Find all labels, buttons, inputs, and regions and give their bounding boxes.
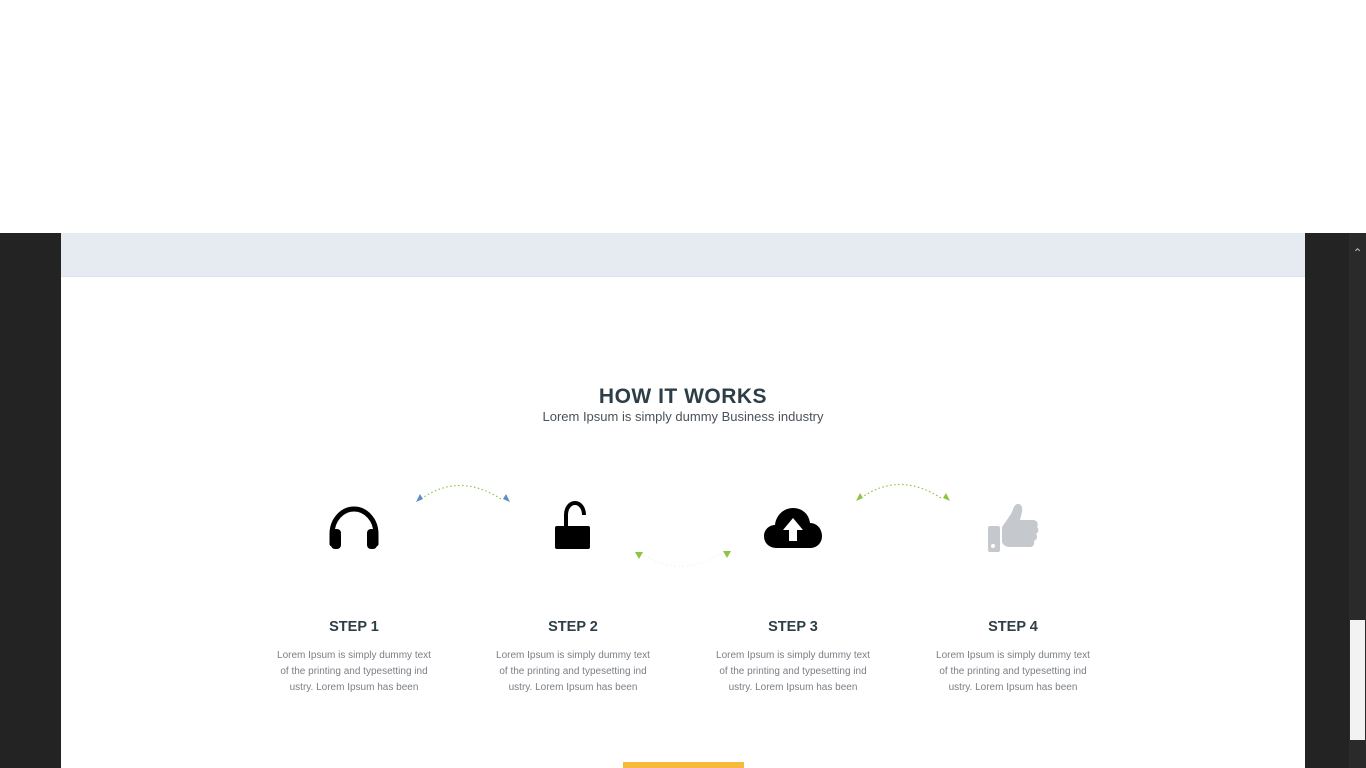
connector-arrow-1-2 [416,484,510,502]
cloud-upload-icon [764,508,822,548]
header-band [61,233,1305,277]
unlock-icon [555,500,590,549]
thumbs-up-icon [988,503,1039,552]
step-title: STEP 2 [548,619,598,635]
scrollbar-thumb[interactable] [1350,620,1365,740]
connector-arrow-3-4 [856,483,950,501]
scrollbar[interactable]: ⌃ [1349,233,1366,768]
step-title: STEP 3 [768,619,818,635]
step-description: Lorem Ipsum is simply dummy text of the … [936,650,1090,693]
connector-arrow-2-3 [635,551,731,568]
page-content: HOW IT WORKS Lorem Ipsum is simply dummy… [61,233,1305,768]
step-description: Lorem Ipsum is simply dummy text of the … [716,650,870,693]
step-description: Lorem Ipsum is simply dummy text of the … [277,650,431,693]
step-description: Lorem Ipsum is simply dummy text of the … [496,650,650,693]
step-title: STEP 1 [329,619,379,635]
chevron-up-icon[interactable]: ⌃ [1349,245,1366,261]
top-blank-area [0,0,1366,233]
section-title: HOW IT WORKS [598,385,768,408]
headphones-icon [329,506,379,549]
cta-button[interactable] [623,762,744,768]
section-subtitle: Lorem Ipsum is simply dummy Business ind… [542,409,824,424]
step-title: STEP 4 [988,619,1038,635]
